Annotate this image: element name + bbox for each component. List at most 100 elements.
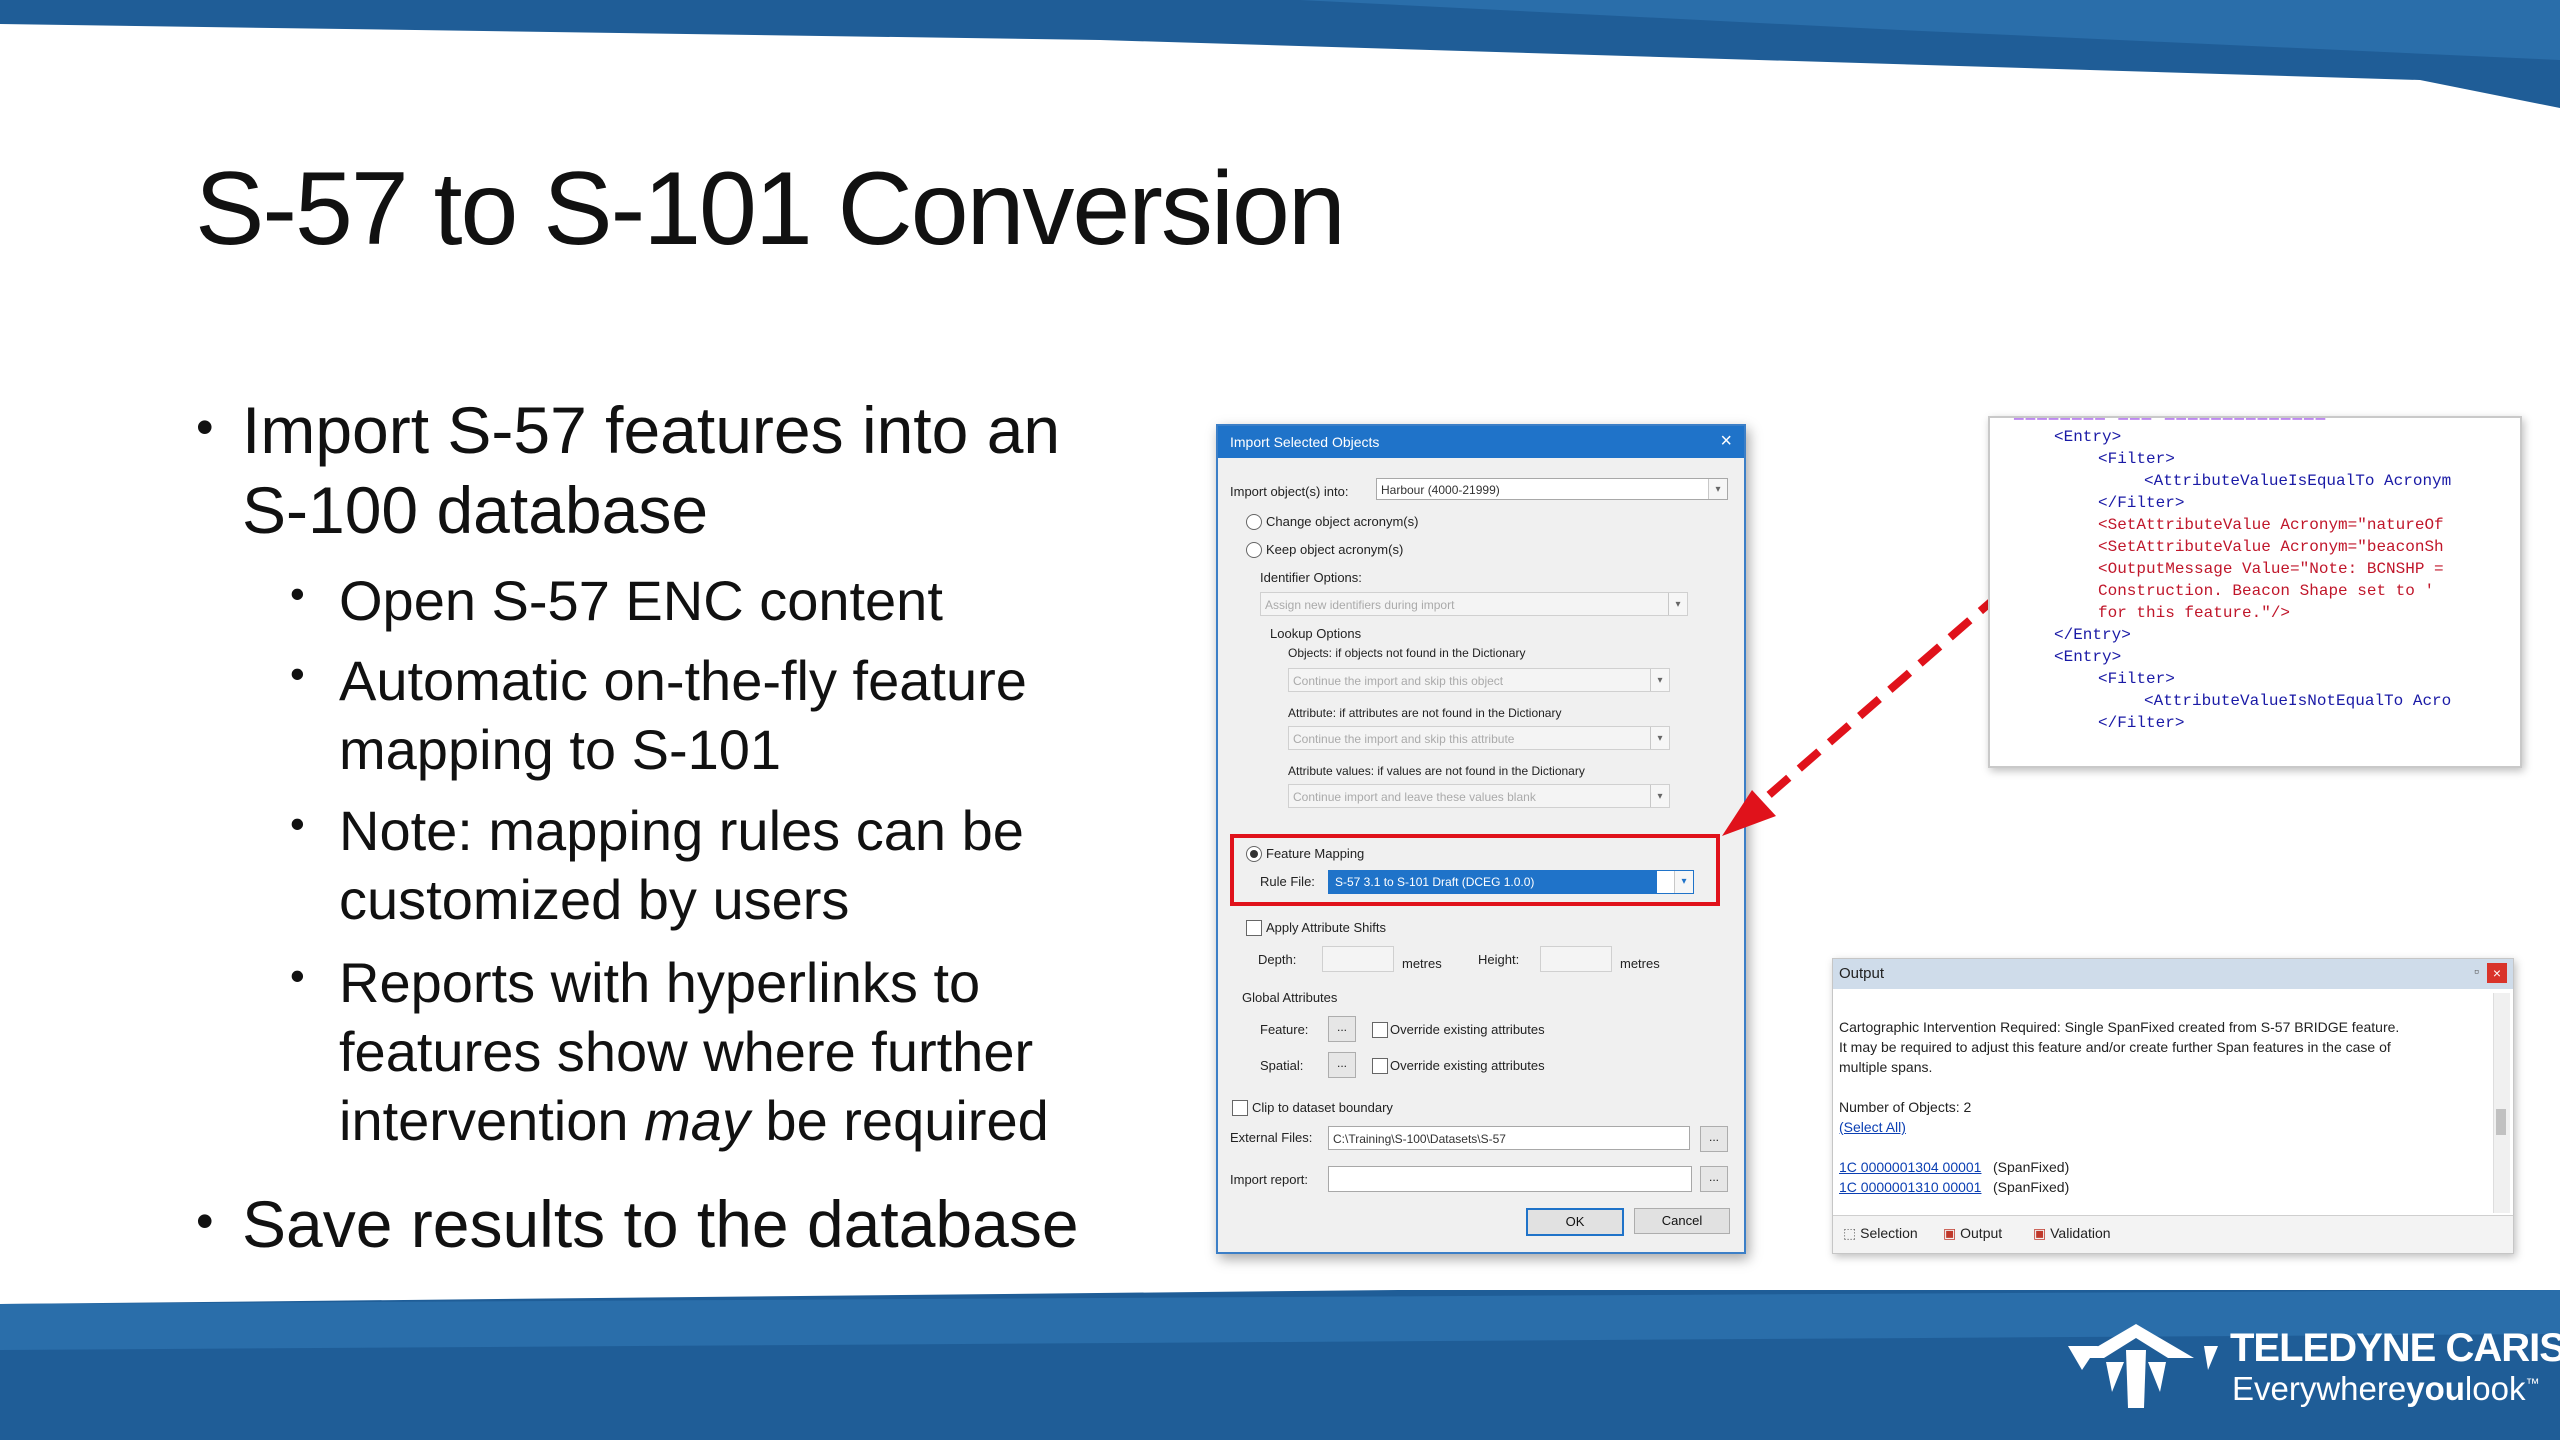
override-spatial-checkbox[interactable] — [1372, 1058, 1388, 1074]
import-selected-objects-dialog: Import Selected Objects × Import object(… — [1216, 424, 1746, 1254]
object-type: (SpanFixed) — [1993, 1179, 2070, 1195]
object-type: (SpanFixed) — [1993, 1159, 2070, 1175]
close-icon[interactable]: × — [1720, 430, 1732, 453]
objects-lookup-value: Continue the import and skip this object — [1293, 674, 1504, 688]
tagline-bold: you — [2406, 1370, 2465, 1407]
depth-input[interactable] — [1322, 946, 1394, 972]
output-message: Cartographic Intervention Required: Sing… — [1839, 1019, 2400, 1035]
clip-checkbox[interactable] — [1232, 1100, 1248, 1116]
apply-shifts-checkbox[interactable] — [1246, 920, 1262, 936]
tab-label: Selection — [1860, 1225, 1918, 1241]
import-into-select[interactable]: Harbour (4000-21999) ▾ — [1376, 478, 1728, 500]
xml-line: <Filter> — [2098, 670, 2175, 688]
xml-line: <SetAttributeValue Acronym="natureOf — [2098, 516, 2444, 534]
keep-acronym-radio[interactable] — [1246, 542, 1262, 558]
tab-output[interactable]: ▣ Output — [1943, 1225, 2002, 1242]
selection-icon: ⬚ — [1843, 1225, 1861, 1241]
object-link[interactable]: 1C 0000001304 00001 — [1839, 1159, 1981, 1175]
import-report-browse-button[interactable]: ... — [1700, 1166, 1728, 1192]
identifier-value: Assign new identifiers during import — [1265, 598, 1455, 612]
pin-icon[interactable]: ▫ — [2474, 963, 2479, 979]
xml-line: </Filter> — [2098, 714, 2185, 732]
external-files-browse-button[interactable]: ... — [1700, 1126, 1728, 1152]
dialog-title: Import Selected Objects — [1230, 434, 1380, 450]
identifier-options-label: Identifier Options: — [1260, 570, 1362, 585]
callout-arrow — [1722, 590, 2003, 836]
dialog-titlebar: Import Selected Objects × — [1218, 426, 1744, 458]
validation-icon: ▣ — [2033, 1225, 2051, 1241]
height-input[interactable] — [1540, 946, 1612, 972]
output-tabbar — [1833, 1215, 2513, 1253]
keep-acronym-label: Keep object acronym(s) — [1266, 542, 1404, 557]
global-attributes-label: Global Attributes — [1242, 990, 1338, 1005]
xml-line: <AttributeValueIsEqualTo Acronym — [2144, 472, 2452, 490]
close-icon[interactable]: × — [2487, 963, 2507, 983]
depth-label: Depth: — [1258, 952, 1297, 967]
select-all-link[interactable]: (Select All) — [1839, 1119, 1906, 1135]
import-report-label: Import report: — [1230, 1172, 1309, 1187]
xml-line: <Entry> — [2054, 648, 2122, 666]
external-files-input[interactable]: C:\Training\S-100\Datasets\S-57 — [1328, 1126, 1690, 1150]
xml-line: for this feature."/> — [2098, 604, 2291, 622]
output-titlebar — [1833, 959, 2513, 989]
attribute-lookup-select[interactable]: Continue the import and skip this attrib… — [1288, 726, 1670, 750]
teledyne-logo-icon — [2068, 1324, 2218, 1408]
sub-bullet-dot: • — [290, 952, 305, 999]
attr-values-lookup-label: Attribute values: if values are not foun… — [1288, 764, 1585, 778]
text-run: intervention — [339, 1089, 645, 1152]
xml-line: </Filter> — [2098, 494, 2185, 512]
height-label: Height: — [1478, 952, 1520, 967]
bullet-dot: • — [196, 399, 214, 455]
xml-line: Construction. Beacon Shape set to ' — [2098, 582, 2435, 600]
xml-cropped-line: ———————— ——— —————————————— — [2014, 416, 2328, 428]
slide-title: S-57 to S-101 Conversion — [195, 151, 1346, 267]
spatial-attr-browse-button[interactable]: ... — [1328, 1052, 1356, 1078]
depth-unit: metres — [1402, 956, 1442, 971]
override-feature-label: Override existing attributes — [1390, 1022, 1545, 1037]
tab-validation[interactable]: ▣ Validation — [2033, 1225, 2111, 1242]
ok-button[interactable]: OK — [1526, 1208, 1624, 1236]
xml-rules-panel: ———————— ——— —————————————— <Entry> <Fil… — [1988, 416, 2522, 768]
trademark: ™ — [2525, 1375, 2540, 1391]
bullet-text: Save results to the database — [242, 1187, 1079, 1261]
feature-attr-browse-button[interactable]: ... — [1328, 1016, 1356, 1042]
tab-label: Output — [1960, 1225, 2003, 1241]
xml-line: <Filter> — [2098, 450, 2175, 468]
tab-selection[interactable]: ⬚ Selection — [1843, 1225, 1918, 1242]
sub-bullet-text: intervention may be required — [339, 1086, 1049, 1155]
change-acronym-radio[interactable] — [1246, 514, 1262, 530]
override-feature-checkbox[interactable] — [1372, 1022, 1388, 1038]
xml-line: <Entry> — [2054, 428, 2122, 446]
sub-bullet-dot: • — [290, 800, 305, 847]
spatial-attr-label: Spatial: — [1260, 1058, 1304, 1073]
change-acronym-label: Change object acronym(s) — [1266, 514, 1419, 529]
sub-bullet-text: Automatic on-the-fly feature — [339, 649, 1027, 712]
chevron-down-icon: ▾ — [1650, 785, 1669, 807]
attr-values-lookup-select[interactable]: Continue import and leave these values b… — [1288, 784, 1670, 808]
tagline-text: Everywhere — [2232, 1370, 2407, 1407]
output-scrollbar[interactable] — [2493, 993, 2510, 1213]
scrollbar-thumb[interactable] — [2496, 1109, 2506, 1135]
chevron-down-icon: ▾ — [1650, 669, 1669, 691]
top-header-band — [0, 0, 2560, 108]
import-into-value: Harbour (4000-21999) — [1381, 483, 1500, 497]
object-link[interactable]: 1C 0000001310 00001 — [1839, 1179, 1981, 1195]
xml-line: <SetAttributeValue Acronym="beaconSh — [2098, 538, 2444, 556]
identifier-select[interactable]: Assign new identifiers during import ▾ — [1260, 592, 1688, 616]
chevron-down-icon: ▾ — [1708, 479, 1727, 499]
text-run: be required — [749, 1089, 1049, 1152]
chevron-down-icon: ▾ — [1650, 727, 1669, 749]
sub-bullet-text: Reports with hyperlinks to — [339, 951, 981, 1014]
emphasis-text: may — [644, 1089, 750, 1152]
override-spatial-label: Override existing attributes — [1390, 1058, 1545, 1073]
feature-attr-label: Feature: — [1260, 1022, 1309, 1037]
objects-lookup-select[interactable]: Continue the import and skip this object… — [1288, 668, 1670, 692]
sub-bullet-text: Open S-57 ENC content — [339, 569, 943, 632]
import-into-label: Import object(s) into: — [1230, 484, 1349, 499]
output-panel: Output ▫ × Cartographic Intervention Req… — [1832, 958, 2514, 1254]
import-report-input[interactable] — [1328, 1166, 1692, 1192]
cancel-button[interactable]: Cancel — [1634, 1208, 1730, 1234]
highlight-box — [1230, 834, 1720, 906]
bullet-dot: • — [196, 1193, 214, 1249]
chevron-down-icon: ▾ — [1668, 593, 1687, 615]
